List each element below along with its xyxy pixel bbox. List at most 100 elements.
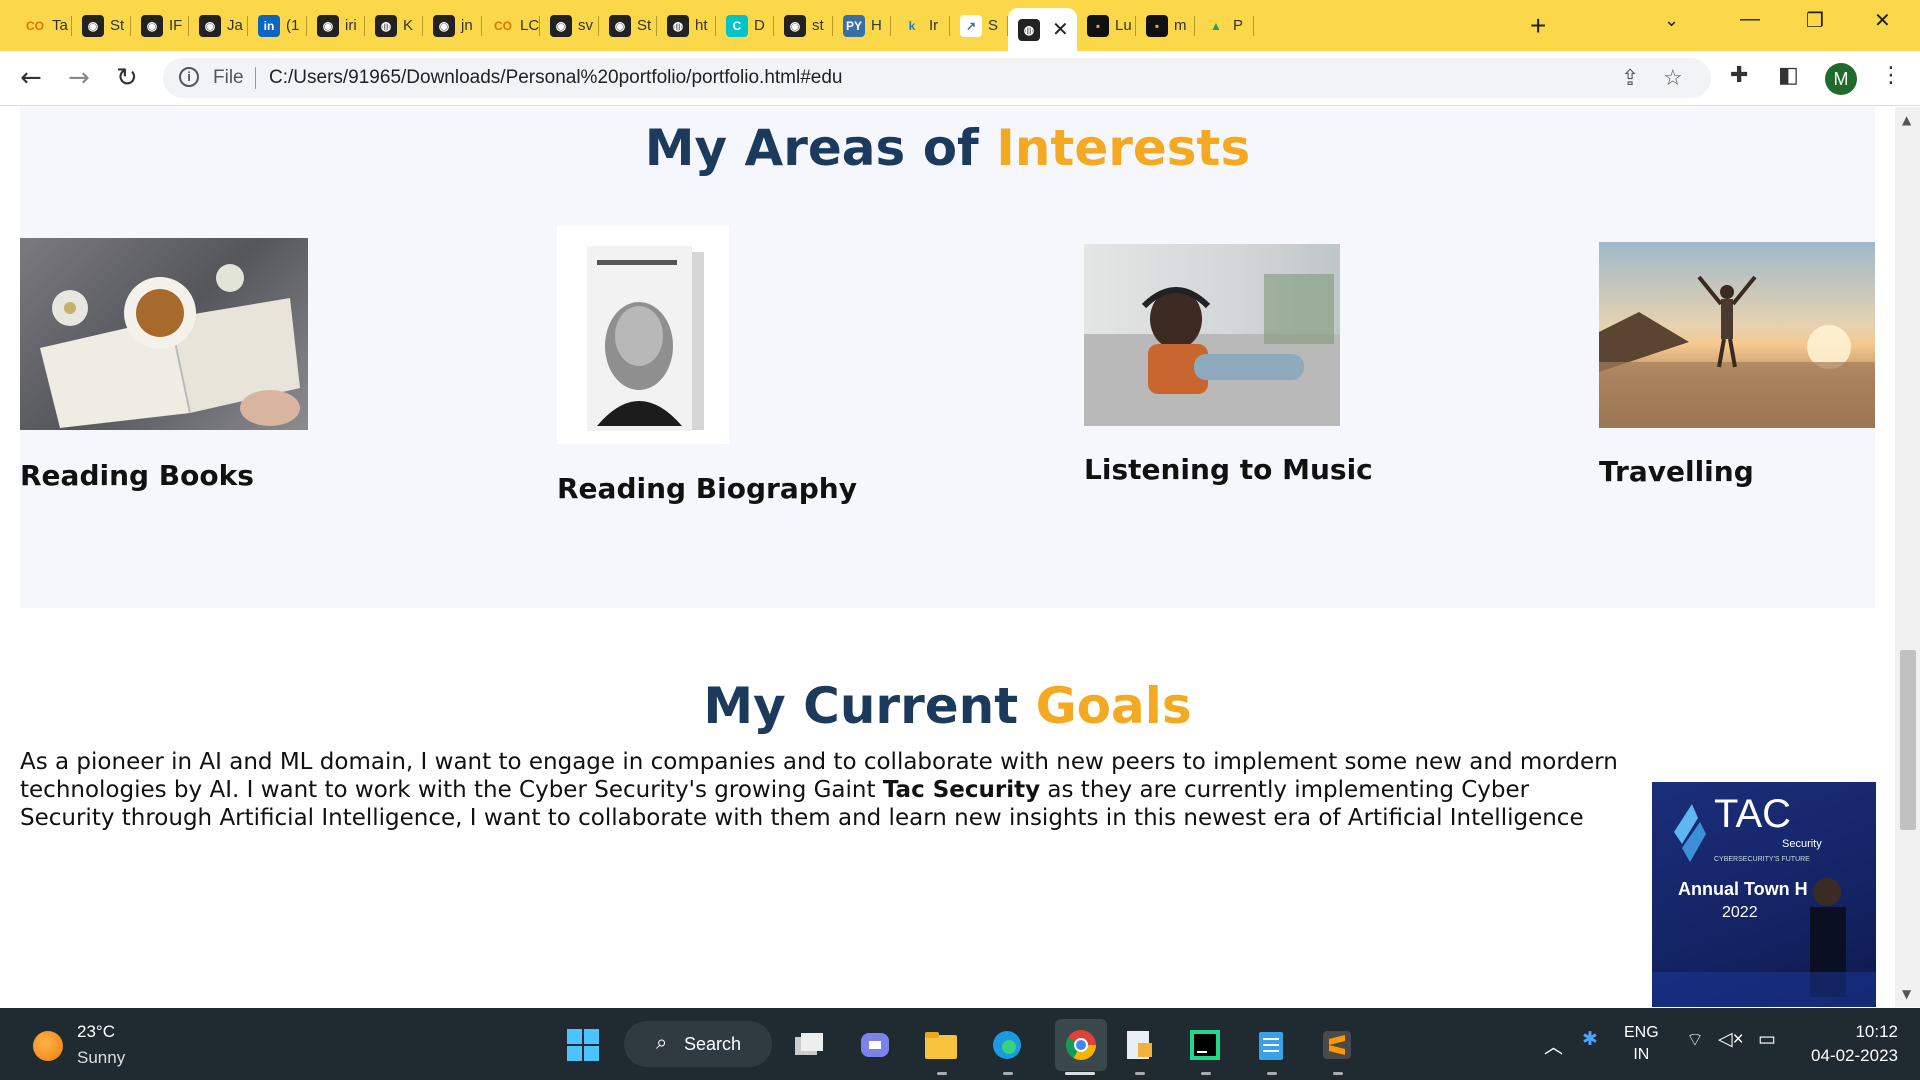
bookmark-star-icon[interactable]: ☆	[1663, 66, 1683, 91]
browser-tab[interactable]: ◉ St	[72, 8, 131, 43]
browser-tab-label: P	[1233, 17, 1244, 34]
browser-tab[interactable]: ◉ st	[774, 8, 833, 43]
task-view-icon[interactable]	[790, 1026, 828, 1064]
menu-kebab-icon[interactable]: ⋮	[1880, 63, 1902, 88]
browser-tab[interactable]: PY H	[833, 8, 891, 43]
browser-tab-label: ht	[695, 17, 708, 34]
minimize-icon[interactable]: —	[1740, 8, 1760, 31]
browser-tab[interactable]: CO Ta	[14, 8, 72, 43]
browser-tab[interactable]: CD	[716, 8, 774, 43]
github-icon: ◉	[141, 14, 163, 37]
interests-heading-main: My Areas of	[644, 119, 997, 177]
canva-icon: C	[726, 14, 748, 37]
browser-tab[interactable]: ◍ ✕	[1008, 8, 1077, 51]
github-icon: ◉	[199, 14, 221, 37]
notepad-app-icon[interactable]	[1120, 1026, 1158, 1064]
forward-icon[interactable]: →	[68, 63, 90, 93]
browser-tab-label: Ir	[929, 17, 939, 34]
browser-tab[interactable]: in (1	[248, 8, 307, 43]
scroll-up-arrow-icon[interactable]: ▲	[1902, 113, 1911, 127]
restore-icon[interactable]: ❐	[1806, 8, 1824, 33]
system-clock[interactable]: 10:12 04-02-2023	[1811, 1020, 1898, 1068]
goals-text-bold: Tac Security	[882, 777, 1041, 803]
colab-icon: CO	[492, 14, 514, 37]
teams-chat-icon[interactable]	[856, 1026, 894, 1064]
share-icon[interactable]: ⇪	[1621, 66, 1639, 91]
browser-tab[interactable]: CO LC	[482, 8, 540, 43]
wifi-icon[interactable]: ⌔	[1686, 1028, 1704, 1052]
clock-date: 04-02-2023	[1811, 1046, 1898, 1065]
browser-tab[interactable]: ◉ iri	[307, 8, 365, 43]
browser-tab[interactable]: ▪ Lu	[1077, 8, 1136, 43]
volume-muted-icon[interactable]: ◁×	[1718, 1028, 1744, 1051]
browser-tab[interactable]: ◉ IF	[131, 8, 189, 43]
browser-tab-label: st	[812, 17, 824, 34]
github-icon: ◉	[433, 14, 455, 37]
language-indicator[interactable]: ENG IN	[1624, 1022, 1659, 1066]
github-icon: ◉	[550, 14, 572, 37]
bluetooth-icon[interactable]: ✱	[1582, 1028, 1598, 1051]
listening-music-image	[1084, 244, 1340, 426]
side-panel-icon[interactable]: ◧	[1778, 63, 1799, 88]
colab-icon: CO	[24, 14, 46, 37]
site-info-icon[interactable]: i	[179, 67, 199, 87]
browser-tab[interactable]: k Ir	[891, 8, 950, 43]
scroll-down-arrow-icon[interactable]: ▼	[1902, 987, 1911, 1001]
battery-icon[interactable]: ▭	[1758, 1028, 1776, 1051]
windows-taskbar: 23°C Sunny ⌕ Search ︿ ✱ ENG IN ⌔ ◁× ▭ 10…	[0, 1008, 1920, 1080]
browser-tab[interactable]: ◉ Ja	[189, 8, 248, 43]
tab-search-chevron-icon[interactable]: ⌄	[1664, 10, 1679, 31]
extensions-icon[interactable]: ✚	[1730, 63, 1748, 88]
taskbar-search-label: Search	[684, 1033, 742, 1054]
goals-heading-accent: Goals	[1035, 677, 1192, 735]
browser-tab-label: LC	[520, 17, 540, 34]
file-explorer-icon[interactable]	[922, 1026, 960, 1064]
browser-tab[interactable]: ◍ ht	[657, 8, 716, 43]
browser-tab[interactable]: ◍ K	[365, 8, 423, 43]
interest-label-travelling: Travelling	[1599, 455, 1754, 488]
weather-temperature[interactable]: 23°C	[77, 1022, 115, 1042]
profile-avatar[interactable]: M	[1825, 63, 1857, 95]
interests-heading-accent: Interests	[996, 119, 1251, 177]
browser-tab-label: Ta	[52, 17, 68, 34]
back-icon[interactable]: ←	[20, 63, 42, 93]
address-bar[interactable]: i File C:/Users/91965/Downloads/Personal…	[163, 58, 1711, 98]
interests-heading: My Areas of Interests	[20, 119, 1875, 177]
browser-tab[interactable]: ◉ St	[599, 8, 657, 43]
browser-tab[interactable]: ▪ m	[1136, 8, 1195, 43]
browser-tab-strip: CO Ta ◉ St ◉ IF ◉ Ja in (1 ◉ iri ◍ K ◉ jn CO LC ◉ sv ◉ St ◍ ht C…	[0, 0, 1920, 51]
reload-icon[interactable]: ↻	[116, 63, 138, 93]
weather-sun-icon[interactable]	[33, 1031, 63, 1061]
windows-start-icon[interactable]	[564, 1026, 602, 1064]
browser-tab-label: D	[754, 17, 765, 34]
url-scheme-label: File	[213, 67, 244, 88]
weather-condition[interactable]: Sunny	[77, 1048, 125, 1068]
interest-label-listening-music: Listening to Music	[1084, 453, 1373, 486]
notepad-icon[interactable]	[1252, 1026, 1290, 1064]
sublime-text-icon[interactable]	[1318, 1026, 1356, 1064]
new-tab-button[interactable]: +	[1530, 10, 1546, 42]
browser-tab[interactable]: ◉ sv	[540, 8, 599, 43]
browser-tab[interactable]: ▲ P	[1195, 8, 1254, 43]
scrollbar-thumb[interactable]	[1900, 650, 1916, 830]
browser-tab-label: jn	[461, 17, 473, 34]
k-icon: k	[901, 14, 923, 37]
pycharm-icon[interactable]	[1186, 1026, 1224, 1064]
taskbar-search[interactable]: ⌕ Search	[624, 1021, 772, 1067]
interests-section: My Areas of Interests Reading Books Read…	[20, 107, 1875, 608]
url-text[interactable]: C:/Users/91965/Downloads/Personal%20port…	[269, 67, 843, 89]
clock-time: 10:12	[1855, 1022, 1898, 1041]
chrome-browser-icon[interactable]	[1055, 1019, 1107, 1071]
close-window-icon[interactable]: ✕	[1874, 8, 1891, 33]
running-indicator	[1267, 1072, 1277, 1075]
browser-tab[interactable]: ◉ jn	[423, 8, 482, 43]
dark-icon: ▪	[1146, 14, 1168, 37]
edge-browser-icon[interactable]	[988, 1026, 1026, 1064]
close-tab-icon[interactable]: ✕	[1052, 17, 1069, 42]
browser-tab[interactable]: ↗ S	[950, 8, 1008, 43]
tray-overflow-chevron-icon[interactable]: ︿	[1544, 1032, 1563, 1059]
browser-tab-label: H	[871, 17, 882, 34]
chart-icon: ↗	[960, 14, 982, 37]
globe-icon: ◍	[375, 14, 397, 37]
page-scrollbar[interactable]: ▲ ▼	[1895, 107, 1920, 1007]
